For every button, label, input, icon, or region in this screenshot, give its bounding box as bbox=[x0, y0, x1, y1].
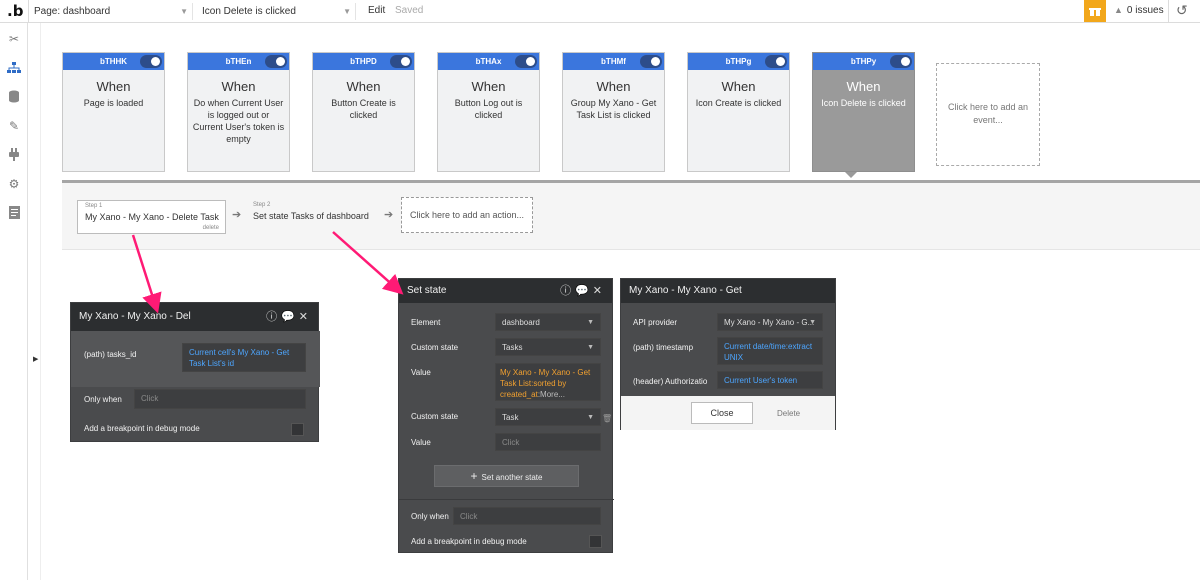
annotation-arrow-1 bbox=[131, 234, 162, 314]
annotation-arrows bbox=[131, 231, 404, 314]
annotation-arrow-2 bbox=[332, 231, 404, 295]
bubble-editor: .b Page: dashboard ▼ Icon Delete is clic… bbox=[0, 0, 1200, 580]
